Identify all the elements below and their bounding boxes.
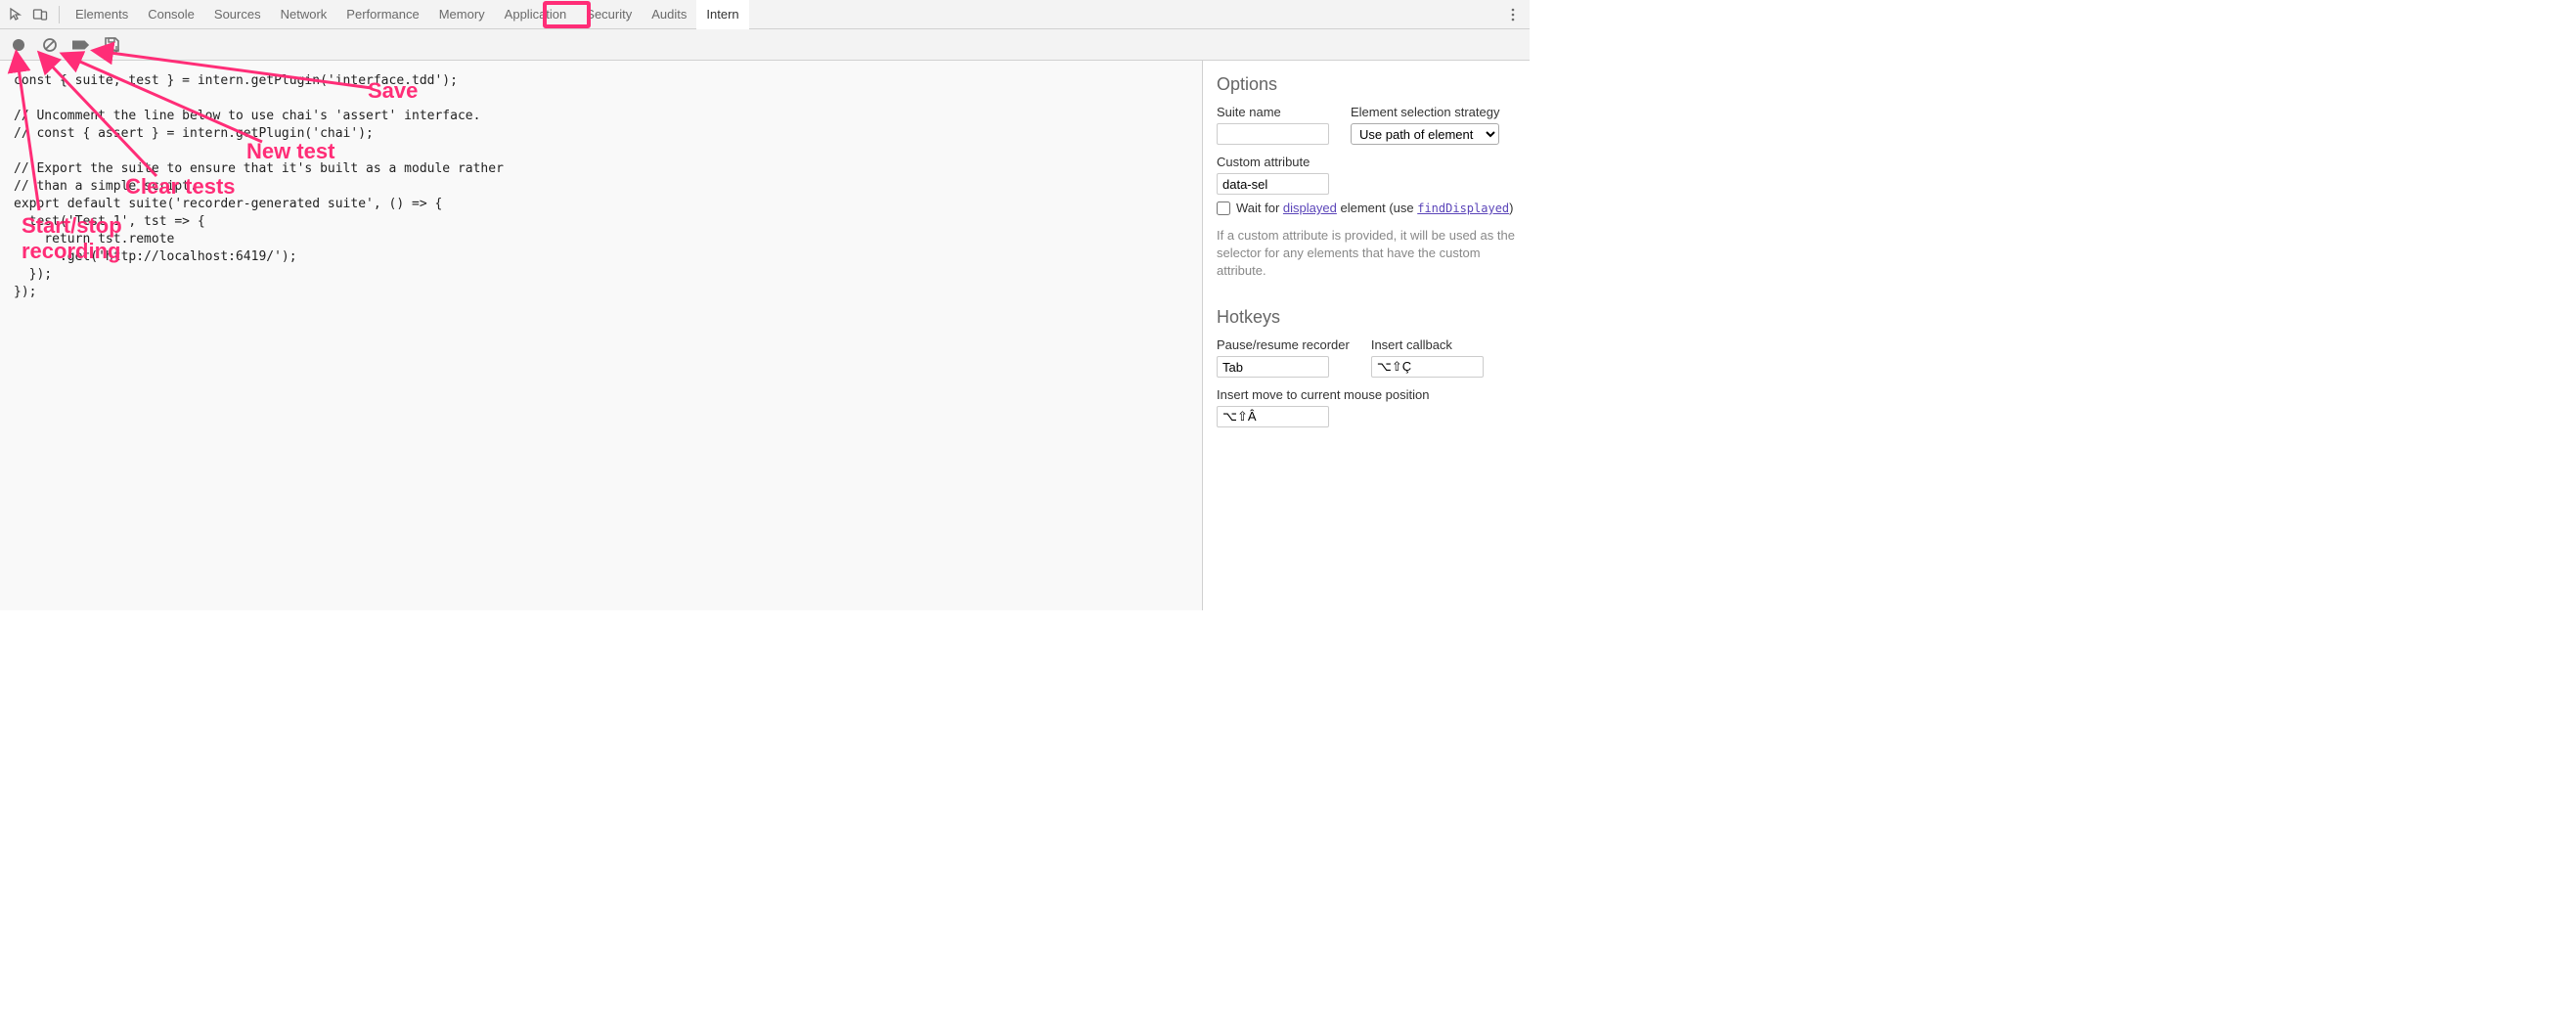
tab-memory[interactable]: Memory bbox=[429, 0, 495, 29]
move-hotkey-label: Insert move to current mouse position bbox=[1217, 387, 1516, 402]
tab-application[interactable]: Application bbox=[495, 0, 577, 29]
intern-toolbar bbox=[0, 29, 1530, 61]
tab-sources[interactable]: Sources bbox=[204, 0, 271, 29]
inspect-icon[interactable] bbox=[6, 4, 27, 25]
tab-intern[interactable]: Intern bbox=[696, 0, 748, 29]
hotkeys-heading: Hotkeys bbox=[1217, 307, 1516, 328]
device-toggle-icon[interactable] bbox=[29, 4, 51, 25]
devtools-tabbar: ElementsConsoleSourcesNetworkPerformance… bbox=[0, 0, 1530, 29]
pause-hotkey-input[interactable] bbox=[1217, 356, 1329, 378]
tab-security[interactable]: Security bbox=[576, 0, 642, 29]
separator bbox=[59, 6, 60, 23]
wait-displayed-label: Wait for displayed element (use findDisp… bbox=[1236, 201, 1514, 215]
callback-hotkey-label: Insert callback bbox=[1371, 337, 1484, 352]
tab-audits[interactable]: Audits bbox=[642, 0, 696, 29]
suite-name-label: Suite name bbox=[1217, 105, 1329, 119]
displayed-link[interactable]: displayed bbox=[1283, 201, 1337, 215]
custom-attribute-label: Custom attribute bbox=[1217, 155, 1516, 169]
options-panel: Options Suite name Element selection str… bbox=[1203, 61, 1530, 610]
pause-hotkey-label: Pause/resume recorder bbox=[1217, 337, 1350, 352]
clear-icon[interactable] bbox=[41, 36, 59, 54]
wait-displayed-checkbox[interactable] bbox=[1217, 201, 1230, 215]
strategy-label: Element selection strategy bbox=[1351, 105, 1499, 119]
suite-name-input[interactable] bbox=[1217, 123, 1329, 145]
callback-hotkey-input[interactable] bbox=[1371, 356, 1484, 378]
move-hotkey-input[interactable] bbox=[1217, 406, 1329, 427]
custom-attribute-input[interactable] bbox=[1217, 173, 1329, 195]
custom-attribute-help: If a custom attribute is provided, it wi… bbox=[1217, 227, 1516, 280]
save-icon[interactable] bbox=[104, 36, 121, 54]
tab-elements[interactable]: Elements bbox=[66, 0, 138, 29]
main-area: const { suite, test } = intern.getPlugin… bbox=[0, 61, 1530, 610]
options-heading: Options bbox=[1217, 74, 1516, 95]
record-icon[interactable] bbox=[10, 36, 27, 54]
strategy-select[interactable]: Use path of element bbox=[1351, 123, 1499, 145]
tab-performance[interactable]: Performance bbox=[336, 0, 428, 29]
more-menu-icon[interactable] bbox=[1502, 7, 1524, 22]
newtest-icon[interactable] bbox=[72, 36, 90, 54]
finddisplayed-link[interactable]: findDisplayed bbox=[1417, 201, 1509, 215]
tab-network[interactable]: Network bbox=[271, 0, 337, 29]
tab-console[interactable]: Console bbox=[138, 0, 204, 29]
code-editor[interactable]: const { suite, test } = intern.getPlugin… bbox=[0, 61, 1203, 610]
